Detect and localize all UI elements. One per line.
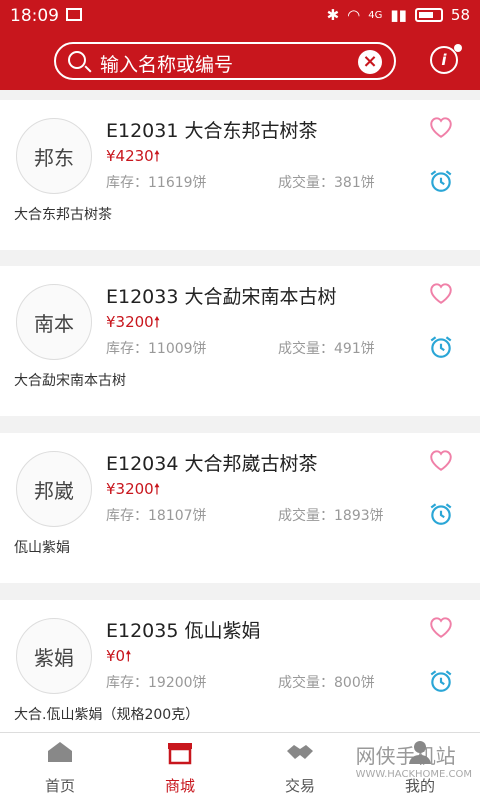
product-price: ¥4230🠕 xyxy=(106,147,161,165)
product-stock: 库存：18107饼 xyxy=(106,508,207,524)
battery-level: 58 xyxy=(450,6,470,24)
product-card[interactable]: 紫娟 E12035 佤山紫娟 ¥0🠕 库存：19200饼 成交量：800饼 大合… xyxy=(0,600,480,750)
product-stock: 库存：11009饼 xyxy=(106,341,207,357)
product-title: E12033 大合勐宋南本古树 xyxy=(106,286,337,308)
price-up-arrow-icon: 🠕 xyxy=(125,647,132,665)
product-card[interactable]: 南本 E12033 大合勐宋南本古树 ¥3200🠕 库存：11009饼 成交量：… xyxy=(0,266,480,416)
tab-label: 首页 xyxy=(44,777,75,795)
product-logo: 紫娟 xyxy=(16,618,92,694)
battery-icon xyxy=(414,8,443,22)
alarm-clock-icon[interactable] xyxy=(428,668,454,694)
status-time: 18:09 xyxy=(10,6,59,26)
wifi-icon: ◠ xyxy=(347,6,361,24)
product-description: 大合东邦古树茶 xyxy=(14,207,112,223)
price-up-arrow-icon: 🠕 xyxy=(153,313,161,331)
heart-icon[interactable] xyxy=(428,114,454,140)
product-price: ¥3200🠕 xyxy=(106,480,161,498)
product-volume: 成交量：800饼 xyxy=(278,675,375,691)
product-description: 大合勐宋南本古树 xyxy=(14,373,126,389)
product-logo: 邦崴 xyxy=(16,451,92,527)
watermark: 网侠手机站 WWW.HACKHOME.COM xyxy=(355,744,472,780)
status-bar: 18:09 ✱ ◠ 4G ▮▮ 58 xyxy=(0,0,480,32)
product-title: E12031 大合东邦古树茶 xyxy=(106,120,318,142)
product-title: E12034 大合邦崴古树茶 xyxy=(106,453,318,475)
product-stock: 库存：11619饼 xyxy=(106,175,207,191)
price-up-arrow-icon: 🠕 xyxy=(153,480,161,498)
heart-icon[interactable] xyxy=(428,447,454,473)
product-description: 佤山紫娟 xyxy=(14,540,70,556)
product-card[interactable]: 邦东 E12031 大合东邦古树茶 ¥4230🠕 库存：11619饼 成交量：3… xyxy=(0,100,480,250)
home-icon xyxy=(48,742,72,762)
product-stock: 库存：19200饼 xyxy=(106,675,207,691)
search-icon xyxy=(68,51,86,69)
product-price: ¥0🠕 xyxy=(106,647,132,665)
product-volume: 成交量：1893饼 xyxy=(278,508,384,524)
tab-label: 商城 xyxy=(164,777,195,795)
product-description: 大合.佤山紫娟（规格200克） xyxy=(14,707,200,723)
product-logo: 邦东 xyxy=(16,118,92,194)
product-logo: 南本 xyxy=(16,284,92,360)
product-volume: 成交量：381饼 xyxy=(278,175,375,191)
heart-icon[interactable] xyxy=(428,614,454,640)
alarm-clock-icon[interactable] xyxy=(428,168,454,194)
price-up-arrow-icon: 🠕 xyxy=(153,147,161,165)
handshake-icon xyxy=(287,745,313,759)
image-notification-icon xyxy=(66,8,82,21)
tab-trade[interactable]: 交易 xyxy=(240,733,360,801)
notification-dot xyxy=(454,44,462,52)
tab-label: 交易 xyxy=(284,777,315,795)
app-header: 输入名称或编号 × i xyxy=(0,32,480,90)
tab-home[interactable]: 首页 xyxy=(0,733,120,801)
product-card[interactable]: 邦崴 E12034 大合邦崴古树茶 ¥3200🠕 库存：18107饼 成交量：1… xyxy=(0,433,480,583)
search-input[interactable]: 输入名称或编号 xyxy=(100,50,233,77)
bluetooth-icon: ✱ xyxy=(326,6,340,24)
network-type: 4G xyxy=(368,9,383,21)
status-icons: ✱ ◠ 4G ▮▮ 58 xyxy=(327,6,470,24)
store-icon xyxy=(168,743,192,765)
alarm-clock-icon[interactable] xyxy=(428,501,454,527)
product-price: ¥3200🠕 xyxy=(106,313,161,331)
product-title: E12035 佤山紫娟 xyxy=(106,620,261,642)
alarm-clock-icon[interactable] xyxy=(428,334,454,360)
clear-icon[interactable]: × xyxy=(358,50,382,74)
search-bar[interactable]: 输入名称或编号 × xyxy=(54,42,396,80)
signal-icon: ▮▮ xyxy=(390,6,407,24)
heart-icon[interactable] xyxy=(428,280,454,306)
product-volume: 成交量：491饼 xyxy=(278,341,375,357)
tab-store[interactable]: 商城 xyxy=(120,733,240,801)
